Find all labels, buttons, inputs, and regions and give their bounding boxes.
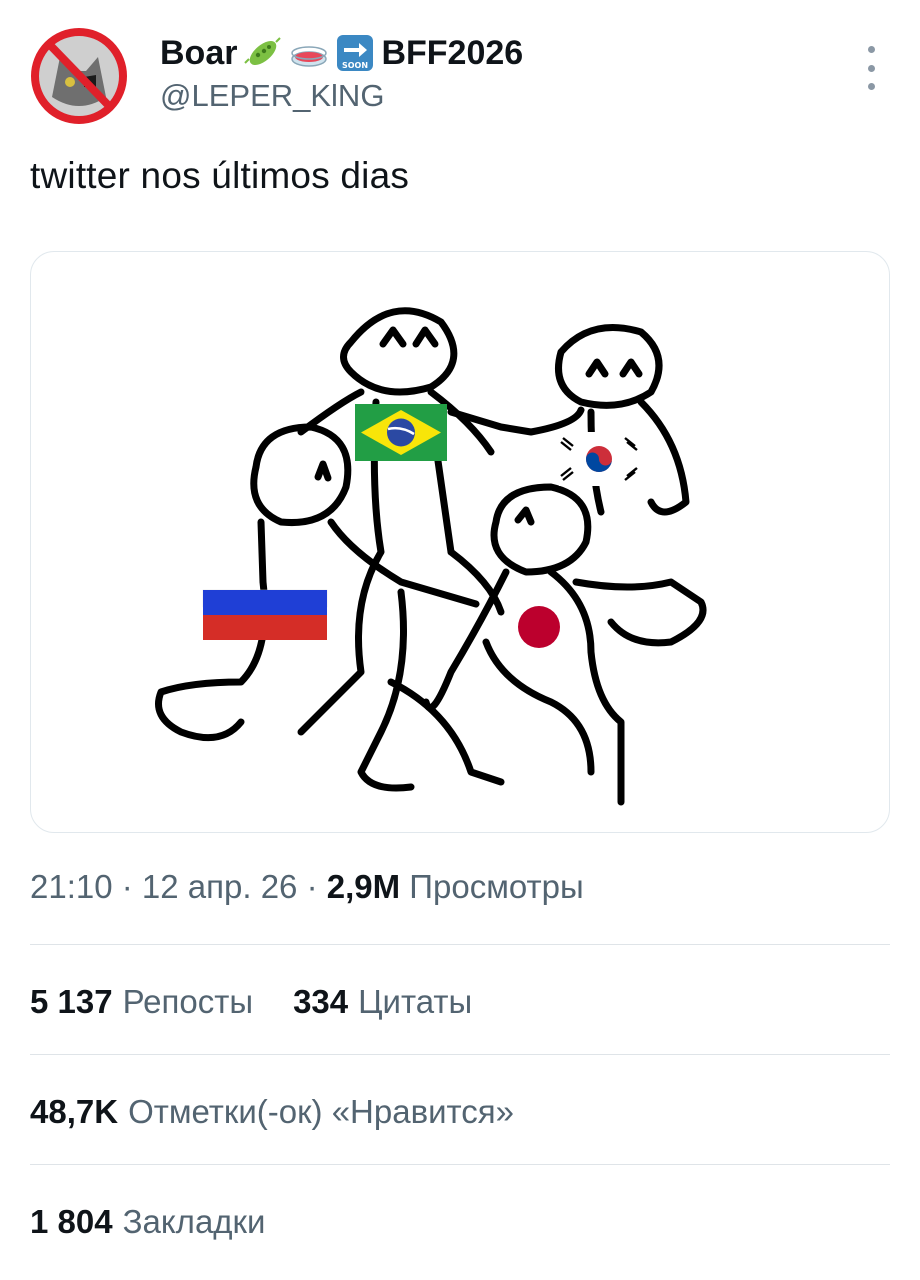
brazil-flag: [355, 404, 447, 461]
figure-head: [555, 324, 663, 409]
views-count: 2,9M: [326, 868, 401, 905]
figure-head: [490, 483, 592, 576]
likes-stat[interactable]: 48,7K Отметки(-ок) «Нравится»: [30, 1093, 514, 1131]
reposts-label: Репосты: [122, 983, 254, 1020]
more-dot: [867, 46, 875, 53]
more-dot: [867, 83, 875, 90]
bookmarks-count: 1 804: [30, 1203, 113, 1240]
quotes-stat[interactable]: 334 Цитаты: [293, 983, 472, 1021]
bookmarks-label: Закладки: [122, 1203, 266, 1240]
tweet-meta: 21:10 · 12 апр. 26 · 2,9M Просмотры: [30, 868, 584, 906]
avatar[interactable]: [30, 27, 128, 125]
tweet-time[interactable]: 21:10: [30, 868, 113, 905]
separator-dot: ·: [297, 868, 327, 905]
likes-row: 48,7K Отметки(-ок) «Нравится»: [30, 1093, 514, 1131]
russia-flag: [202, 589, 328, 640]
display-name-row[interactable]: Boar SOON BFF2026: [160, 30, 523, 76]
display-name-suffix: BFF2026: [381, 33, 524, 72]
tweet-media[interactable]: [30, 251, 890, 833]
display-name[interactable]: Boar: [160, 34, 237, 73]
likes-label: Отметки(-ок) «Нравится»: [128, 1093, 515, 1130]
svg-text:SOON: SOON: [342, 61, 368, 70]
figure-head: [340, 307, 458, 396]
bookmarks-row: 1 804 Закладки: [30, 1203, 265, 1241]
meme-drawing: [155, 307, 707, 806]
reposts-stat[interactable]: 5 137 Репосты: [30, 983, 253, 1021]
reposts-count: 5 137: [30, 983, 113, 1020]
figure-head: [250, 423, 352, 527]
petri-dish-icon: [289, 33, 329, 73]
tweet-text: twitter nos últimos dias: [30, 155, 410, 196]
soon-arrow-icon: SOON: [335, 33, 375, 73]
engagement-row: 5 137 Репосты 334 Цитаты: [30, 983, 472, 1021]
likes-count: 48,7K: [30, 1093, 119, 1130]
divider: [30, 1164, 890, 1165]
separator-dot: ·: [112, 868, 142, 905]
microbe-icon: [243, 33, 283, 73]
views-label: Просмотры: [409, 868, 584, 905]
more-options-button[interactable]: [856, 46, 886, 90]
quotes-count: 334: [293, 983, 349, 1020]
more-dot: [867, 64, 875, 72]
japan-flag: [518, 606, 560, 648]
tweet-date[interactable]: 12 апр. 26: [142, 868, 298, 905]
divider: [30, 944, 890, 945]
bookmarks-stat[interactable]: 1 804 Закладки: [30, 1203, 265, 1241]
divider: [30, 1054, 890, 1055]
user-handle[interactable]: @LEPER_KlNG: [160, 78, 384, 114]
south-korea-flag: [559, 432, 639, 486]
quotes-label: Цитаты: [358, 983, 473, 1020]
